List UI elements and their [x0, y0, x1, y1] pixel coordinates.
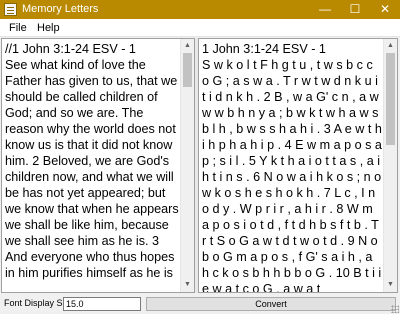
menu-file[interactable]: File — [9, 22, 27, 34]
bottom-toolbar: Font Display Size 15.0 Convert — [0, 294, 400, 314]
letters-textbox[interactable]: 1 John 3:1-24 ESV - 1 S w k o l t F h g … — [202, 41, 382, 292]
scroll-down-arrow-icon[interactable]: ▼ — [384, 278, 397, 292]
scroll-down-arrow-icon[interactable]: ▼ — [181, 278, 194, 292]
letters-pane[interactable]: 1 John 3:1-24 ESV - 1 S w k o l t F h g … — [198, 38, 398, 293]
minimize-button[interactable]: — — [310, 0, 340, 19]
maximize-button[interactable]: ☐ — [340, 0, 370, 19]
scroll-thumb[interactable] — [183, 53, 192, 87]
source-textbox[interactable]: //1 John 3:1-24 ESV - 1 See what kind of… — [5, 41, 179, 281]
source-text-pane[interactable]: //1 John 3:1-24 ESV - 1 See what kind of… — [1, 38, 195, 293]
scroll-thumb[interactable] — [386, 53, 395, 145]
scroll-up-arrow-icon[interactable]: ▲ — [181, 39, 194, 53]
title-bar: Memory Letters — ☐ ✕ — [0, 0, 400, 19]
menu-help[interactable]: Help — [37, 22, 60, 34]
menu-bar: File Help — [0, 19, 400, 37]
source-scrollbar[interactable]: ▲ ▼ — [180, 39, 194, 292]
font-size-input[interactable]: 15.0 — [63, 297, 141, 311]
scroll-up-arrow-icon[interactable]: ▲ — [384, 39, 397, 53]
window-title: Memory Letters — [22, 3, 99, 15]
app-icon — [4, 3, 17, 16]
close-button[interactable]: ✕ — [370, 0, 400, 19]
convert-button[interactable]: Convert — [146, 297, 396, 311]
resize-grip-icon[interactable] — [391, 305, 399, 313]
letters-scrollbar[interactable]: ▲ ▼ — [383, 39, 397, 292]
